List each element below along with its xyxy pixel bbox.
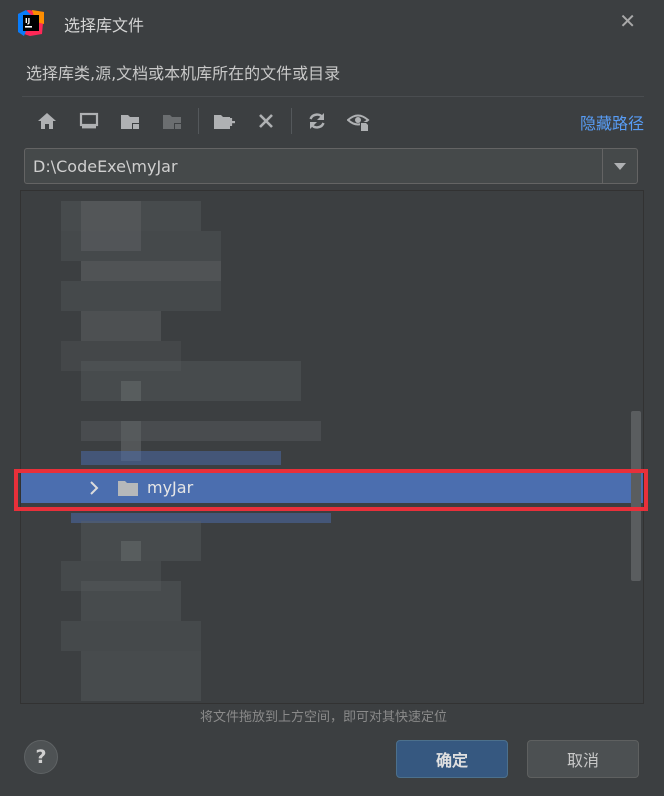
chevron-down-icon [614,163,626,170]
new-folder-icon[interactable] [203,104,245,138]
dialog-title: 选择库文件 [64,16,145,35]
title-bar: IJ 选择库文件 ✕ [0,0,664,44]
path-combo-box[interactable]: D:\CodeExe\myJar [24,148,638,184]
dialog-description: 选择库类,源,文档或本机库所在的文件或目录 [26,64,341,83]
project-folder-icon[interactable] [110,104,152,138]
desktop-icon[interactable] [68,104,110,138]
path-input[interactable]: D:\CodeExe\myJar [33,157,178,176]
ok-button[interactable]: 确定 [396,740,508,778]
file-chooser-toolbar [26,104,380,138]
highlight-box [14,469,648,511]
divider [22,96,644,97]
cancel-button[interactable]: 取消 [527,740,639,778]
intellij-idea-icon: IJ [18,10,44,36]
toolbar-separator [291,108,292,134]
hide-path-link[interactable]: 隐藏路径 [580,110,644,134]
file-tree[interactable]: myJar [20,190,644,704]
delete-icon[interactable] [245,104,287,138]
svg-text:IJ: IJ [25,17,30,25]
show-hidden-icon[interactable] [338,104,380,138]
close-icon[interactable]: ✕ [619,9,636,33]
dropdown-button[interactable] [602,149,637,183]
module-folder-icon[interactable] [152,104,194,138]
help-button[interactable]: ? [24,740,58,774]
toolbar-separator [198,108,199,134]
home-icon[interactable] [26,104,68,138]
drag-drop-hint: 将文件拖放到上方空间，即可对其快速定位 [200,710,448,725]
refresh-icon[interactable] [296,104,338,138]
